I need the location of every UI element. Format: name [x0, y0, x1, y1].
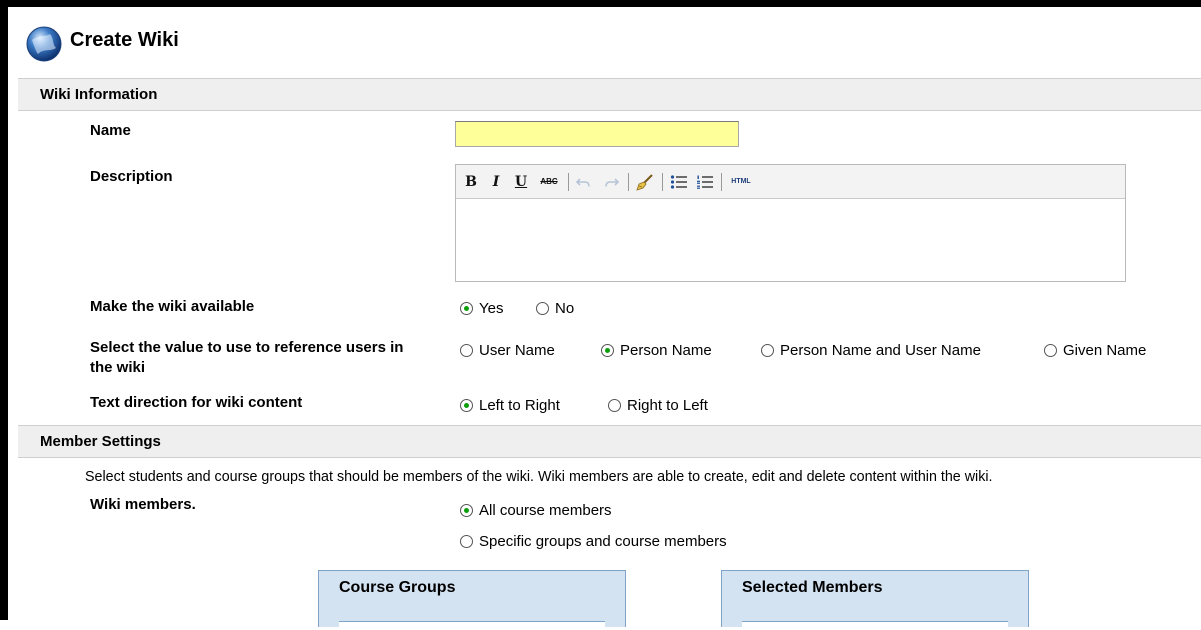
direction-label: Text direction for wiki content: [90, 394, 303, 411]
html-button[interactable]: HTML: [726, 172, 756, 192]
option-label: No: [555, 300, 575, 317]
option-label: Yes: [479, 300, 504, 317]
italic-button[interactable]: I: [487, 172, 505, 192]
radio-unchecked-icon[interactable]: [1044, 344, 1057, 357]
reference-option-person-and-user-name[interactable]: Person Name and User Name: [761, 342, 981, 359]
available-label: Make the wiki available: [90, 298, 255, 315]
reference-option-given-name[interactable]: Given Name: [1044, 342, 1146, 359]
course-groups-list[interactable]: [339, 621, 605, 630]
description-editor-body[interactable]: [456, 199, 1125, 281]
section-header-member-settings: Member Settings: [18, 425, 1201, 458]
window-frame-top: [0, 0, 1201, 7]
selected-members-panel: Selected Members: [721, 570, 1029, 630]
course-groups-panel: Course Groups: [318, 570, 626, 630]
option-label: User Name: [479, 342, 555, 359]
reference-option-person-name[interactable]: Person Name: [601, 342, 712, 359]
bullet-list-button[interactable]: [668, 172, 690, 192]
option-label: Specific groups and course members: [479, 533, 727, 550]
name-label: Name: [90, 122, 131, 139]
page-title: Create Wiki: [70, 29, 179, 51]
broom-icon: [636, 174, 653, 191]
option-label: Given Name: [1063, 342, 1147, 359]
option-label: Left to Right: [479, 397, 560, 414]
create-wiki-page: Create Wiki Wiki Information Name Descri…: [8, 7, 1201, 630]
radio-checked-icon[interactable]: [460, 504, 473, 517]
toolbar-separator: [721, 173, 722, 191]
editor-toolbar: B I U ABC HTML: [456, 165, 1125, 199]
radio-checked-icon[interactable]: [460, 399, 473, 412]
option-label: Person Name and User Name: [780, 342, 981, 359]
available-option-no[interactable]: No: [536, 300, 574, 317]
radio-checked-icon[interactable]: [460, 302, 473, 315]
redo-icon: [605, 178, 620, 187]
reference-option-user-name[interactable]: User Name: [460, 342, 555, 359]
strikethrough-button[interactable]: ABC: [536, 172, 562, 192]
undo-icon: [575, 178, 590, 187]
members-label: Wiki members.: [90, 496, 196, 513]
radio-checked-icon[interactable]: [601, 344, 614, 357]
description-label: Description: [90, 168, 173, 185]
option-label: All course members: [479, 502, 612, 519]
direction-option-ltr[interactable]: Left to Right: [460, 397, 560, 414]
member-settings-intro: Select students and course groups that s…: [85, 469, 993, 485]
selected-members-title: Selected Members: [742, 579, 883, 596]
course-groups-title: Course Groups: [339, 579, 456, 596]
undo-button[interactable]: [574, 172, 594, 192]
underline-button[interactable]: U: [512, 172, 530, 192]
members-option-specific[interactable]: Specific groups and course members: [460, 533, 727, 550]
toolbar-separator: [568, 173, 569, 191]
available-option-yes[interactable]: Yes: [460, 300, 503, 317]
option-label: Right to Left: [627, 397, 708, 414]
name-input[interactable]: [455, 121, 739, 147]
option-label: Person Name: [620, 342, 712, 359]
title-bar: Create Wiki: [8, 7, 1201, 77]
radio-unchecked-icon[interactable]: [608, 399, 621, 412]
radio-unchecked-icon[interactable]: [460, 535, 473, 548]
bullet-list-icon: [670, 175, 687, 189]
toolbar-separator: [662, 173, 663, 191]
radio-unchecked-icon[interactable]: [536, 302, 549, 315]
numbered-list-icon: [697, 175, 713, 189]
reference-label: Select the value to use to reference use…: [90, 339, 404, 376]
globe-icon: [26, 26, 62, 62]
cleanup-button[interactable]: [634, 172, 656, 192]
toolbar-separator: [628, 173, 629, 191]
selected-members-list[interactable]: [742, 621, 1008, 630]
numbered-list-button[interactable]: [694, 172, 716, 192]
direction-option-rtl[interactable]: Right to Left: [608, 397, 708, 414]
members-option-all[interactable]: All course members: [460, 502, 612, 519]
description-editor: B I U ABC HTML: [455, 164, 1126, 282]
redo-button[interactable]: [601, 172, 621, 192]
section-header-wiki-information: Wiki Information: [18, 78, 1201, 111]
window-frame-left: [0, 0, 8, 620]
radio-unchecked-icon[interactable]: [761, 344, 774, 357]
radio-unchecked-icon[interactable]: [460, 344, 473, 357]
bold-button[interactable]: B: [462, 172, 480, 192]
